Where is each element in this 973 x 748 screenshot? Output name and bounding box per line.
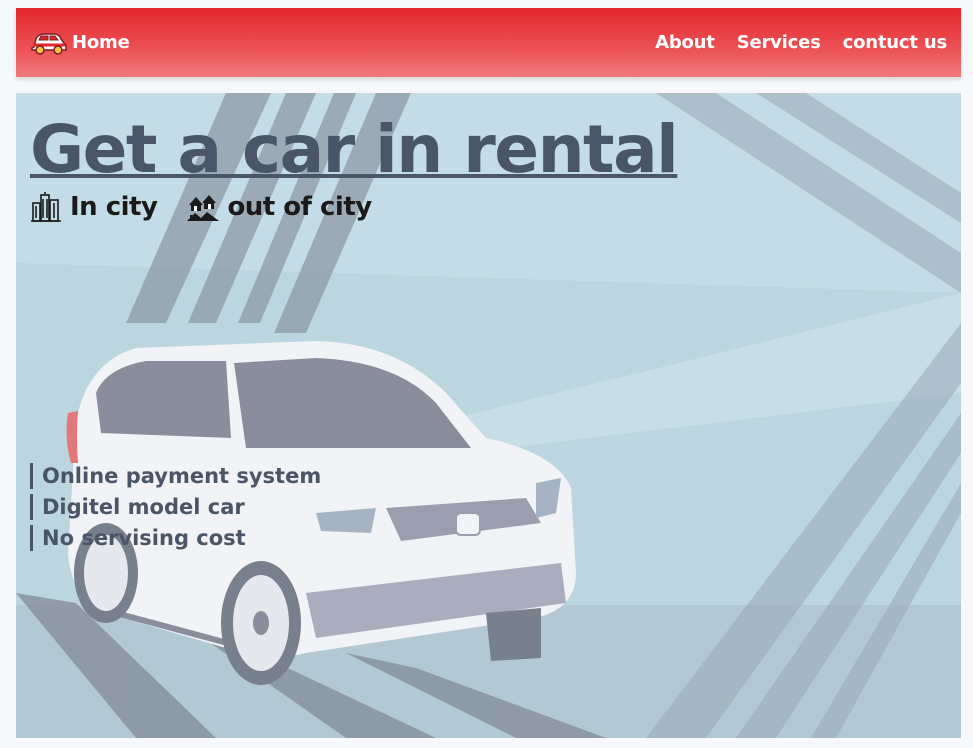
car-icon [30,29,68,57]
hero-title: Get a car in rental [30,111,679,188]
location-options: In city out of city [30,191,372,223]
feature-item: Digitel model car [30,494,321,520]
navbar: Home About Services contuct us [16,8,961,77]
countryside-icon [187,191,220,223]
feature-item: No servising cost [30,525,321,551]
feature-list: Online payment system Digitel model car … [30,463,321,556]
location-out-of-city: out of city [187,191,372,223]
hero-section: Get a car in rental In city out of city … [16,93,961,738]
city-icon [30,191,62,223]
nav-link-about[interactable]: About [655,32,715,53]
location-out-of-city-label: out of city [227,192,372,222]
location-in-city-label: In city [70,192,158,222]
nav-menu: About Services contuct us [655,32,947,53]
nav-link-services[interactable]: Services [737,32,821,53]
home-link[interactable]: Home [30,29,130,57]
location-in-city: In city [30,191,158,223]
hero-background-illustration [16,93,961,738]
nav-link-contact[interactable]: contuct us [843,32,948,53]
feature-item: Online payment system [30,463,321,489]
home-label: Home [72,32,130,53]
